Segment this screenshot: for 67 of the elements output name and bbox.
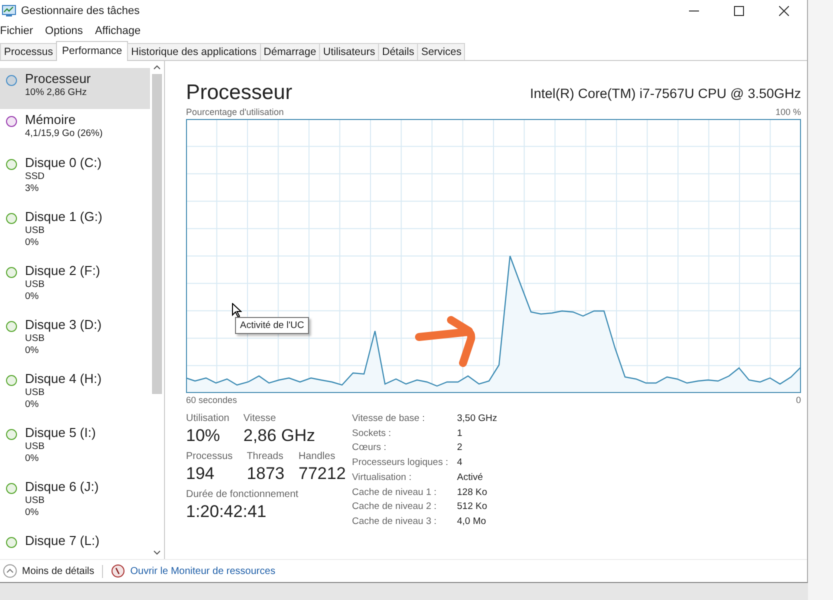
spec-value: 4	[457, 457, 464, 470]
spec-label: Cache de niveau 2 :	[352, 501, 438, 514]
tab[interactable]: Démarrage	[260, 43, 320, 60]
sidebar-item[interactable]: Disque 4 (H:) USB 0%	[0, 368, 150, 422]
sidebar-item[interactable]: Disque 1 (G:) USB 0%	[0, 206, 150, 260]
stat-value: 1:20:42:41	[186, 502, 268, 522]
cursor-icon	[232, 303, 242, 318]
stat-value: 1873	[246, 464, 285, 484]
spec-label: Processeurs logiques :	[352, 457, 450, 470]
spec-value: 2	[457, 442, 464, 456]
resource-monitor-link[interactable]: Ouvrir le Moniteur de ressources	[130, 566, 276, 576]
tooltip: Activité de l'UC	[235, 317, 310, 334]
less-details-link[interactable]: Moins de détails	[22, 566, 94, 576]
axis-label: 100 %	[775, 107, 801, 117]
window-title: Gestionnaire des tâches	[21, 4, 140, 16]
axis-label: 60 secondes	[186, 395, 238, 405]
scroll-down-icon[interactable]	[153, 550, 161, 555]
stat-label: Threads	[246, 451, 284, 462]
scroll-thumb[interactable]	[152, 74, 162, 394]
stat-label: Durée de fonctionnement	[186, 489, 300, 500]
menu-item[interactable]: Options	[45, 25, 83, 37]
stat-value: 77212	[298, 464, 346, 484]
tab[interactable]: Processus	[0, 43, 58, 60]
axis-label: 0	[796, 395, 801, 405]
stat-value: 10%	[186, 426, 222, 446]
scroll-up-icon[interactable]	[153, 65, 161, 70]
maximize-icon[interactable]	[734, 6, 744, 16]
spec-value: 1	[457, 428, 464, 440]
gauge-icon	[111, 564, 126, 578]
spec-value: 4,0 Mo	[457, 516, 488, 529]
sidebar-item[interactable]: Disque 5 (I:) USB 0%	[0, 422, 150, 476]
spec-label: Virtualisation :	[352, 472, 412, 485]
sidebar-item[interactable]: Disque 3 (D:) USB 0%	[0, 314, 150, 368]
stat-value: 194	[186, 464, 216, 484]
collapse-icon[interactable]	[3, 564, 17, 578]
tab[interactable]: Services	[417, 43, 466, 60]
sidebar-item[interactable]: Disque 6 (J:) USB 0%	[0, 476, 150, 530]
stat-label: Handles	[298, 451, 336, 462]
stat-label: Processus	[186, 451, 233, 462]
spec-value: 3,50 GHz	[457, 413, 498, 426]
close-icon[interactable]	[779, 6, 789, 16]
stat-value: 2,86 GHz	[243, 426, 316, 446]
tab[interactable]: Détails	[378, 43, 418, 60]
tab[interactable]: Utilisateurs	[319, 43, 380, 60]
tab[interactable]: Performance	[56, 41, 128, 61]
menu-item[interactable]: Fichier	[0, 25, 34, 37]
cpu-model: Intel(R) Core(TM) i7-7567U CPU @ 3.50GHz	[530, 86, 801, 103]
spec-label: Cache de niveau 1 :	[352, 486, 438, 500]
spec-value: 128 Ko	[457, 486, 488, 500]
axis-label: Pourcentage d'utilisation	[186, 107, 284, 117]
sidebar-item[interactable]: Processeur 10% 2,86 GHz	[0, 68, 150, 109]
spec-label: Vitesse de base :	[352, 413, 426, 426]
tab[interactable]: Historique des applications	[127, 43, 261, 60]
spec-label: Cache de niveau 3 :	[352, 516, 438, 529]
spec-value: 512 Ko	[457, 501, 488, 514]
sidebar-item[interactable]: Disque 2 (F:) USB 0%	[0, 260, 150, 314]
spec-label: Sockets :	[352, 428, 392, 440]
sidebar-item[interactable]: Disque 7 (L:)	[0, 530, 150, 559]
menu-item[interactable]: Affichage	[94, 25, 141, 37]
spec-value: Activé	[457, 472, 484, 485]
sidebar-item[interactable]: Mémoire 4,1/15,9 Go (26%)	[0, 109, 150, 152]
sidebar-item[interactable]: Disque 0 (C:) SSD 3%	[0, 152, 150, 206]
stat-label: Vitesse	[243, 413, 277, 424]
stat-label: Utilisation	[186, 413, 230, 424]
spec-label: Cœurs :	[352, 442, 388, 456]
panel-title: Processeur	[186, 81, 292, 105]
task-manager-icon	[2, 4, 16, 16]
